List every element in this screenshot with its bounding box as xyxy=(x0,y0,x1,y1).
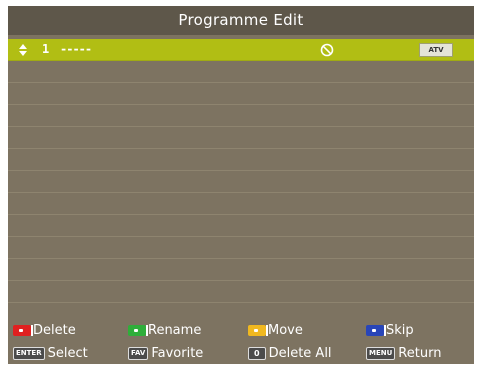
key-legend: Delete Rename Move Skip ENTER Select FAV… xyxy=(8,317,474,364)
menu-key-icon: MENU xyxy=(366,346,396,360)
legend-rename[interactable]: Rename xyxy=(128,322,201,338)
legend-delete[interactable]: Delete xyxy=(13,322,76,338)
programme-edit-screen: Programme Edit 1 ----- ATV Delete Rename… xyxy=(8,6,474,364)
channel-row-selected[interactable]: 1 ----- ATV xyxy=(8,39,474,61)
legend-select[interactable]: ENTER Select xyxy=(13,345,88,361)
channel-list[interactable]: 1 ----- ATV xyxy=(8,39,474,317)
legend-favorite[interactable]: FAV Favorite xyxy=(128,345,203,361)
channel-row[interactable] xyxy=(8,61,474,83)
legend-favorite-label: Favorite xyxy=(151,345,204,361)
legend-move-label: Move xyxy=(268,322,303,338)
channel-name: ----- xyxy=(60,42,92,56)
legend-return[interactable]: MENU Return xyxy=(366,345,441,361)
skip-icon xyxy=(320,43,334,57)
blue-key-icon xyxy=(366,324,386,336)
channel-row[interactable] xyxy=(8,83,474,105)
zero-key-icon: 0 xyxy=(248,346,266,360)
channel-row[interactable] xyxy=(8,171,474,193)
page-title: Programme Edit xyxy=(8,6,474,35)
legend-move[interactable]: Move xyxy=(248,322,303,338)
channel-row[interactable] xyxy=(8,105,474,127)
legend-rename-label: Rename xyxy=(148,322,202,338)
yellow-key-icon xyxy=(248,324,268,336)
channel-number: 1 xyxy=(42,42,50,56)
legend-select-label: Select xyxy=(47,345,88,361)
channel-row[interactable] xyxy=(8,259,474,281)
legend-skip-label: Skip xyxy=(386,322,414,338)
fav-key-icon: FAV xyxy=(128,346,149,360)
channel-row[interactable] xyxy=(8,149,474,171)
channel-row[interactable] xyxy=(8,281,474,303)
red-key-icon xyxy=(13,324,33,336)
green-key-icon xyxy=(128,324,148,336)
channel-row[interactable] xyxy=(8,237,474,259)
legend-return-label: Return xyxy=(398,345,442,361)
channel-row[interactable] xyxy=(8,127,474,149)
channel-row[interactable] xyxy=(8,215,474,237)
channel-type-badge: ATV xyxy=(419,43,453,57)
legend-delete-all[interactable]: 0 Delete All xyxy=(248,345,332,361)
legend-delete-label: Delete xyxy=(33,322,76,338)
enter-key-icon: ENTER xyxy=(13,346,45,360)
up-down-arrow-icon xyxy=(19,44,27,56)
legend-skip[interactable]: Skip xyxy=(366,322,414,338)
channel-row[interactable] xyxy=(8,193,474,215)
legend-delete-all-label: Delete All xyxy=(268,345,332,361)
